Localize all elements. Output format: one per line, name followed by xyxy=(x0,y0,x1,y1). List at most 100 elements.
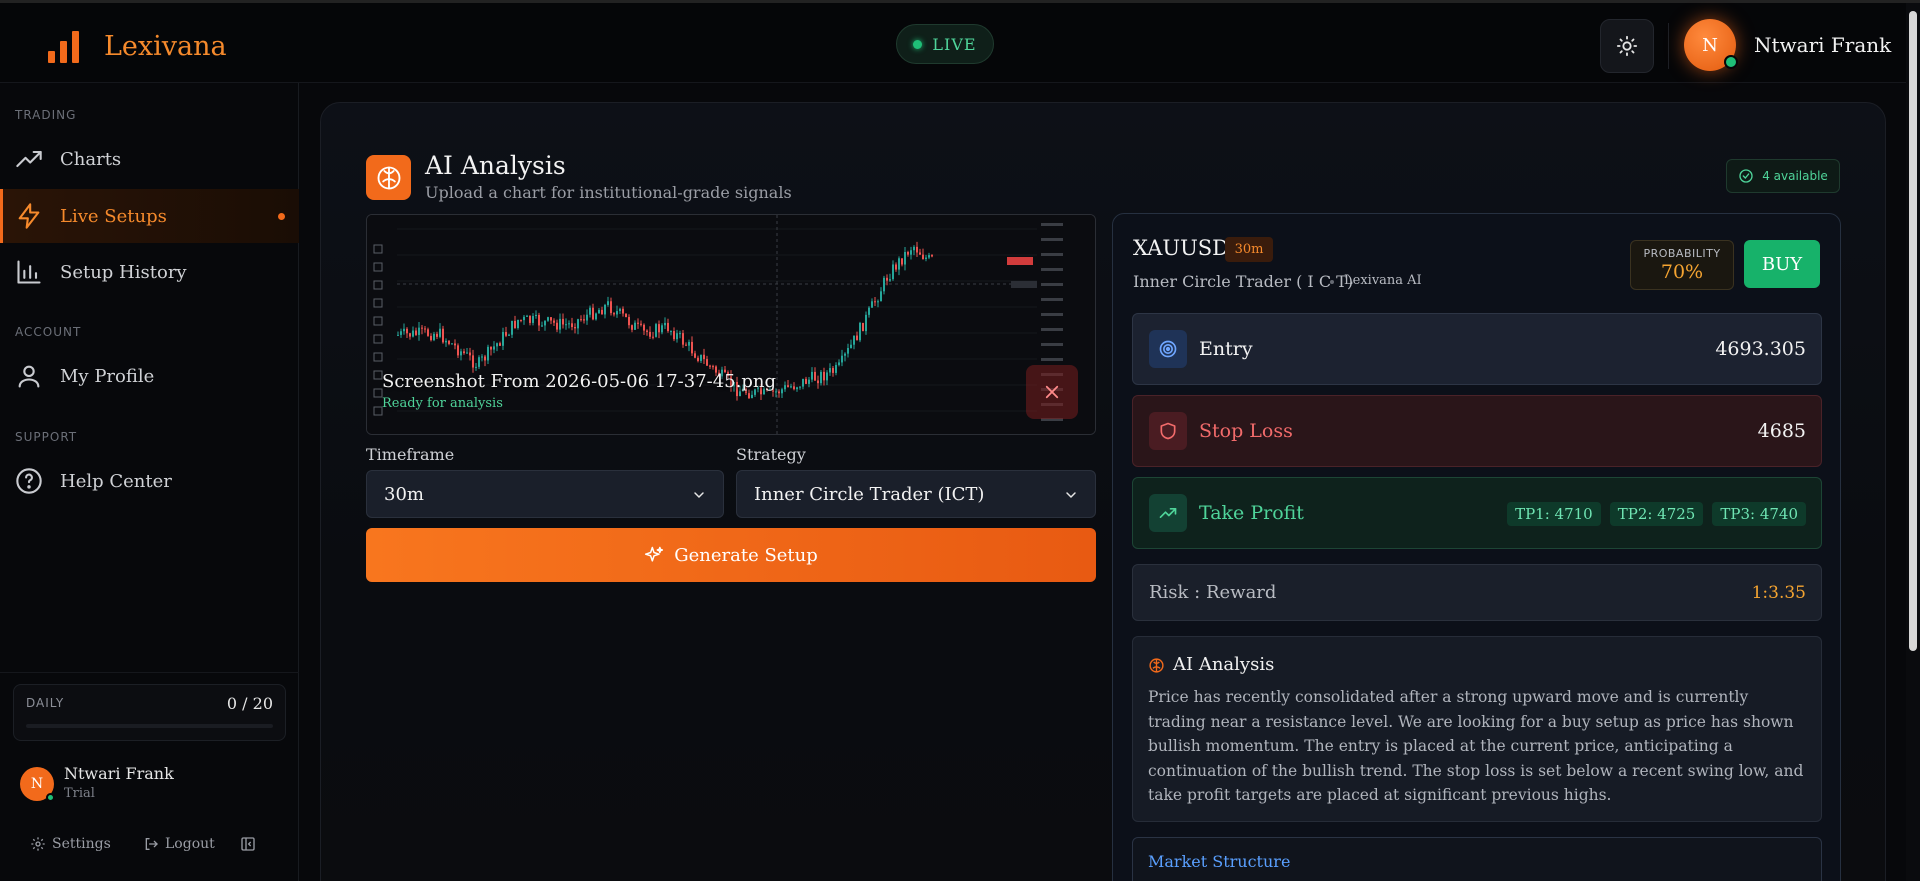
preview-candle-body xyxy=(643,324,645,331)
timeframe-label: Timeframe xyxy=(366,445,455,464)
preview-candle-body xyxy=(796,387,798,390)
collapse-sidebar-button[interactable] xyxy=(240,836,256,852)
preview-candle-body xyxy=(523,316,525,321)
strategy-select[interactable]: Inner Circle Trader (ICT) xyxy=(736,470,1096,518)
chevron-down-icon xyxy=(694,492,704,499)
preview-candle-body xyxy=(481,356,483,358)
preview-candle-body xyxy=(469,352,471,356)
result-strategy: Inner Circle Trader ( I C T) xyxy=(1133,272,1354,291)
sidebar-item-label: Charts xyxy=(60,148,122,170)
tp2-chip: TP2: 4725 xyxy=(1609,502,1704,526)
settings-link[interactable]: Settings xyxy=(30,836,111,852)
preview-candle-body xyxy=(931,255,933,257)
preview-candle-body xyxy=(826,372,828,381)
preview-candle-body xyxy=(685,344,687,346)
preview-candle-body xyxy=(571,323,573,328)
preview-candle-body xyxy=(868,307,870,315)
preview-candle-body xyxy=(457,345,459,356)
brand-logo[interactable]: Lexivana xyxy=(46,29,227,63)
header-user-name[interactable]: Ntwari Frank xyxy=(1754,33,1891,57)
sidebar-user-name[interactable]: Ntwari Frank xyxy=(64,764,174,783)
preview-candle-body xyxy=(550,317,552,321)
preview-candle-body xyxy=(631,325,633,330)
buy-direction-button[interactable]: BUY xyxy=(1744,240,1820,288)
live-label: LIVE xyxy=(932,34,977,54)
preview-candle-body xyxy=(535,314,537,317)
take-profit-row: Take Profit TP1: 4710 TP2: 4725 TP3: 4740 xyxy=(1132,477,1822,549)
preview-candle-body xyxy=(688,341,690,346)
preview-candle-body xyxy=(595,313,597,320)
help-circle-icon xyxy=(14,466,44,496)
section-account: ACCOUNT xyxy=(15,325,82,339)
preview-candle-body xyxy=(697,357,699,361)
section-trading: TRADING xyxy=(15,108,77,122)
theme-toggle-button[interactable] xyxy=(1600,19,1654,73)
scrollbar-thumb[interactable] xyxy=(1909,11,1917,651)
preview-candle-body xyxy=(913,246,915,251)
generate-setup-button[interactable]: Generate Setup xyxy=(366,528,1096,582)
preview-price-tick xyxy=(1041,283,1063,286)
preview-candle-body xyxy=(583,319,585,321)
daily-progress-bar xyxy=(26,724,273,728)
preview-price-marker xyxy=(1007,257,1033,265)
timeframe-select[interactable]: 30m xyxy=(366,470,724,518)
sidebar-item-help-center[interactable]: Help Center xyxy=(0,454,299,508)
preview-candle-body xyxy=(421,327,423,329)
header-divider xyxy=(1668,23,1669,69)
preview-candle-body xyxy=(664,322,666,326)
preview-candle-body xyxy=(661,325,663,333)
preview-candle-body xyxy=(676,333,678,340)
preview-candle-body xyxy=(844,353,846,356)
preview-candle-body xyxy=(808,379,810,384)
take-profit-targets: TP1: 4710 TP2: 4725 TP3: 4740 xyxy=(1498,502,1806,526)
sun-icon xyxy=(1616,35,1638,57)
preview-candle-body xyxy=(580,319,582,321)
result-source: Lexivana AI xyxy=(1344,273,1422,288)
page-scrollbar[interactable] xyxy=(1906,3,1920,881)
chart-upload-preview[interactable]: Screenshot From 2026-05-06 17-37-45.png … xyxy=(366,214,1096,435)
preview-candle-body xyxy=(568,323,570,325)
symbol: XAUUSD xyxy=(1133,236,1229,260)
user-avatar[interactable]: N xyxy=(1684,19,1738,71)
preview-candle-body xyxy=(448,340,450,344)
preview-candle-body xyxy=(544,320,546,326)
sidebar-user-avatar[interactable]: N xyxy=(20,767,55,802)
logout-label: Logout xyxy=(165,836,215,852)
preview-candle-body xyxy=(616,311,618,315)
strategy-label: Strategy xyxy=(736,445,806,464)
preview-price-tick xyxy=(1041,328,1063,331)
preview-candle-body xyxy=(454,343,456,346)
preview-candle-body xyxy=(820,371,822,384)
preview-candle-body xyxy=(406,328,408,334)
sidebar-item-charts[interactable]: Charts xyxy=(0,132,299,186)
entry-row: Entry 4693.305 xyxy=(1132,313,1822,385)
preview-candle-body xyxy=(424,328,426,330)
preview-candle-body xyxy=(667,322,669,332)
preview-candle-body xyxy=(838,362,840,365)
sidebar-item-label: Help Center xyxy=(60,470,172,492)
preview-price-tick xyxy=(1041,298,1063,301)
remove-file-button[interactable] xyxy=(1026,365,1078,419)
preview-candle-body xyxy=(466,352,468,354)
logout-link[interactable]: Logout xyxy=(143,836,215,852)
preview-candle-body xyxy=(670,331,672,333)
preview-candle-body xyxy=(853,335,855,345)
preview-candle-body xyxy=(889,279,891,281)
preview-candle-body xyxy=(880,291,882,302)
preview-candle-body xyxy=(658,324,660,333)
preview-candle-body xyxy=(562,318,564,325)
preview-candle-body xyxy=(541,325,543,327)
ai-analysis-card: AI Analysis Price has recently consolida… xyxy=(1132,636,1822,822)
sidebar-item-setup-history[interactable]: Setup History xyxy=(0,245,299,299)
sidebar-item-my-profile[interactable]: My Profile xyxy=(0,349,299,403)
gear-icon xyxy=(31,837,45,851)
daily-count: 0 / 20 xyxy=(226,694,273,713)
stop-loss-value: 4685 xyxy=(1757,420,1806,442)
preview-candle-body xyxy=(625,313,627,318)
top-bar: Lexivana LIVE N Ntwari Frank xyxy=(0,0,1920,83)
preview-candle-body xyxy=(655,324,657,337)
preview-candle-body xyxy=(403,328,405,332)
preview-candle-body xyxy=(823,371,825,381)
sidebar-item-label: Live Setups xyxy=(60,205,167,227)
sidebar-item-live-setups[interactable]: Live Setups xyxy=(0,189,299,243)
